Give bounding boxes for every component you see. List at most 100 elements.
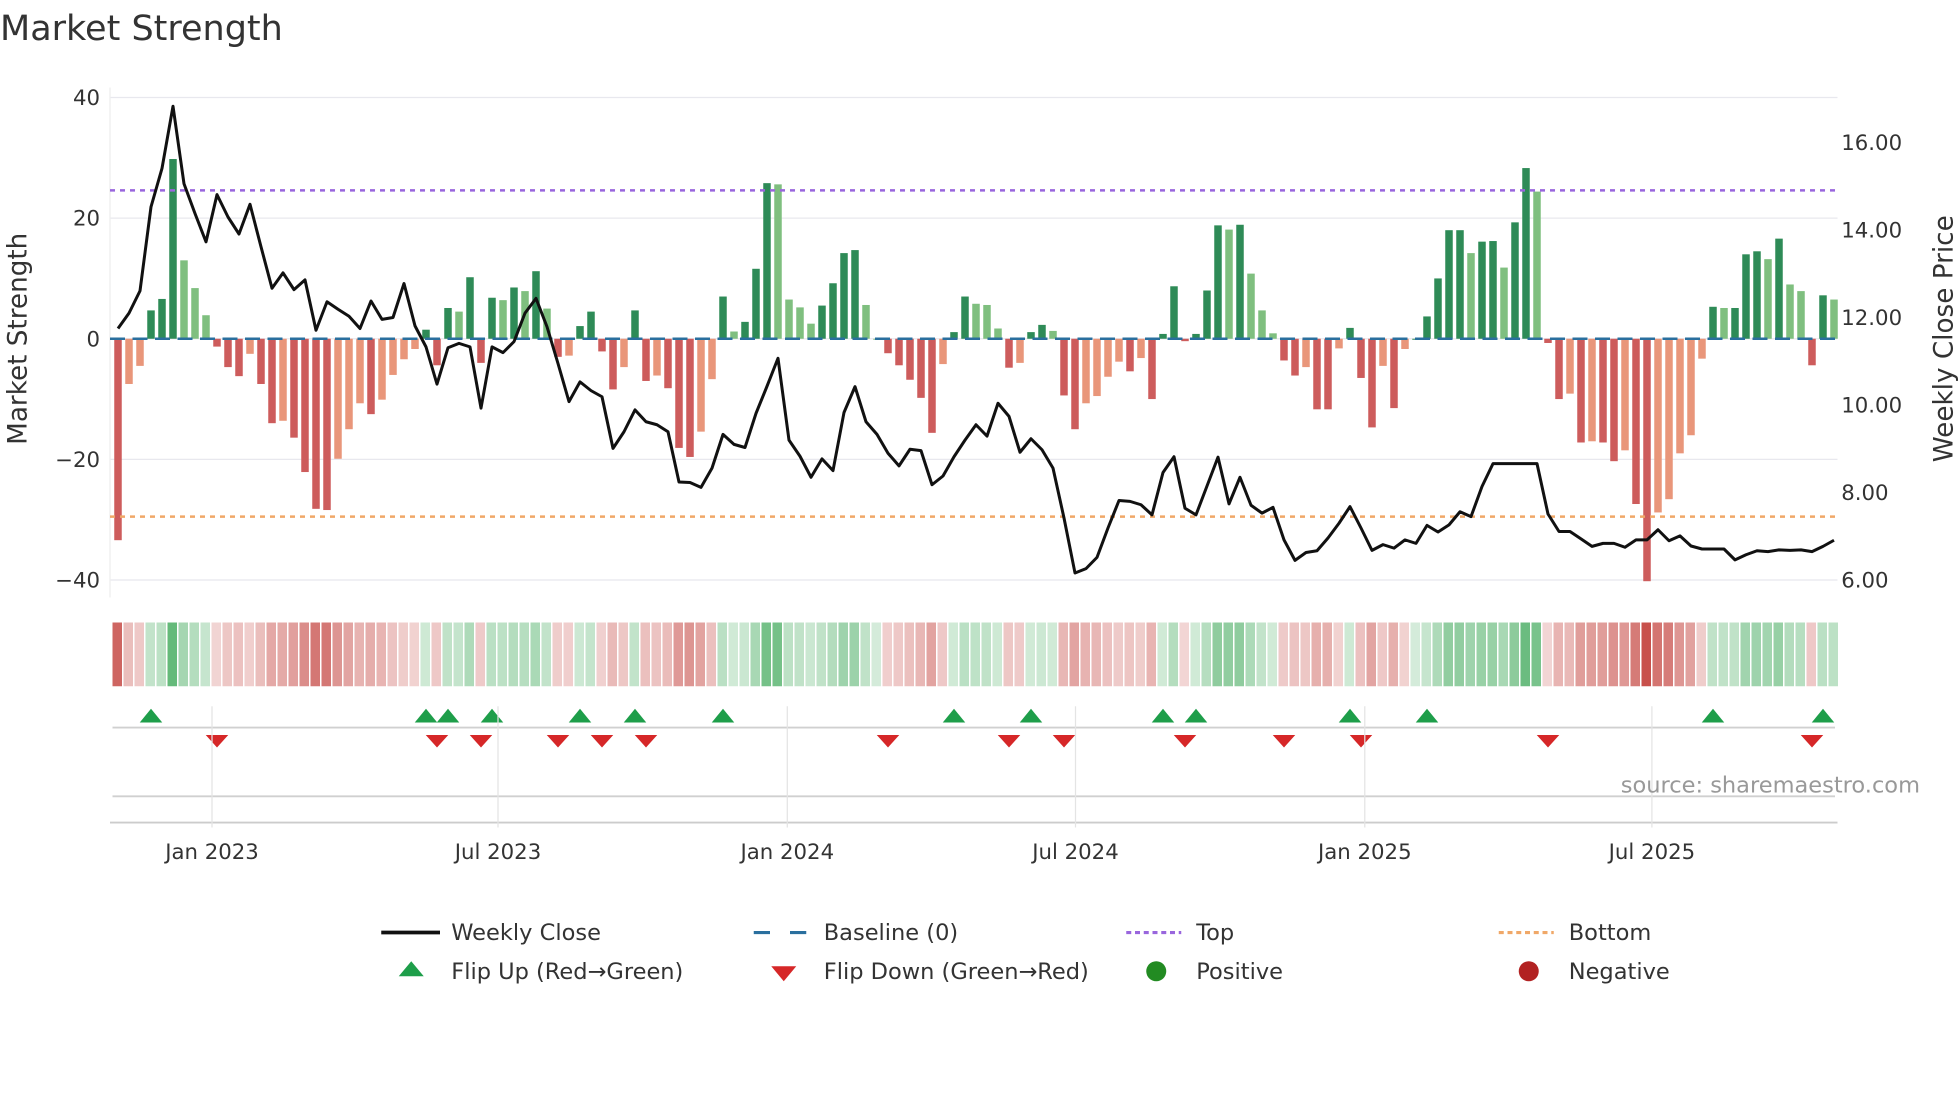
strength-bar	[466, 277, 474, 339]
flip-up-marker	[942, 708, 966, 723]
heatmap-cell	[442, 622, 452, 687]
strength-bar	[1335, 338, 1343, 349]
strength-bar	[697, 338, 705, 432]
heatmap-cell	[1410, 622, 1420, 687]
strength-bar	[1797, 291, 1805, 339]
heatmap-cell	[1641, 622, 1651, 687]
strength-bar	[1621, 338, 1629, 451]
strength-bar	[1423, 316, 1431, 339]
legend-label: Top	[1195, 920, 1234, 946]
heatmap-cell	[882, 622, 892, 687]
strength-bar	[1368, 338, 1376, 428]
strength-bar	[1731, 307, 1739, 339]
strength-bar	[1478, 241, 1486, 339]
heatmap-cell	[1102, 622, 1112, 687]
heatmap-cell	[1663, 622, 1673, 687]
heatmap-cell	[1256, 622, 1266, 687]
heatmap-cell	[1234, 622, 1244, 687]
strength-bar	[961, 296, 969, 339]
flip-down-marker	[1349, 735, 1373, 748]
y2-axis-label: Weekly Close Price	[1930, 215, 1960, 462]
heatmap-cell	[893, 622, 903, 687]
y-tick-label: −20	[55, 448, 100, 473]
strength-bar	[1808, 338, 1816, 366]
strength-bar	[983, 304, 991, 339]
heatmap-cell	[1476, 622, 1486, 687]
source-label: source: sharemaestro.com	[1621, 773, 1920, 799]
strength-bar	[191, 288, 199, 339]
heatmap-cell	[750, 622, 760, 687]
heatmap-cell	[651, 622, 661, 687]
heatmap-cell	[860, 622, 870, 687]
strength-bar	[334, 338, 342, 459]
strength-bar	[1093, 338, 1101, 397]
heatmap-cell	[574, 622, 584, 687]
strength-bar	[367, 338, 375, 415]
heatmap-cell	[1586, 622, 1596, 687]
strength-bar	[400, 338, 408, 360]
x-tick-label: Jul 2023	[453, 840, 541, 865]
flip-down-marker	[425, 735, 449, 748]
y2-tick-label: 8.00	[1841, 481, 1888, 506]
heatmap-cell	[332, 622, 342, 687]
strength-bar	[1225, 229, 1233, 339]
strength-bar	[851, 250, 859, 339]
flip-up-marker	[480, 708, 504, 723]
strength-bar	[587, 311, 595, 339]
heatmap-cell	[244, 622, 255, 687]
heatmap-cell	[343, 622, 353, 687]
heatmap-cell	[1388, 622, 1398, 687]
strength-bar	[642, 338, 650, 381]
strength-bar	[147, 310, 155, 339]
heatmap-cell	[1487, 622, 1497, 687]
flip-markers	[110, 708, 1838, 824]
heatmap-cell	[211, 622, 221, 687]
heatmap-cell	[1058, 622, 1068, 687]
heatmap-cell	[1751, 622, 1761, 687]
strength-bar	[1588, 338, 1596, 442]
heatmap-cell	[1773, 622, 1783, 687]
x-tick-label: Jan 2024	[739, 840, 835, 865]
strength-bar	[840, 253, 848, 339]
strength-bar	[1280, 338, 1288, 361]
x-tick-label: Jan 2023	[163, 840, 259, 865]
heatmap-cell	[1025, 622, 1035, 687]
strength-bar	[290, 338, 298, 438]
market-strength-chart: Market Strength 40 20 0 −20 −40 16.00 14.00 12…	[0, 9, 1960, 985]
strength-bar	[609, 338, 617, 390]
flip-down-marker	[590, 735, 614, 748]
strength-bar	[939, 338, 947, 365]
heatmap-cell	[1608, 622, 1618, 687]
strength-bar	[1104, 338, 1112, 377]
flip-down-legend-icon	[771, 966, 797, 982]
heatmap-cell	[277, 622, 287, 687]
heatmap-cell	[1300, 622, 1310, 687]
y2-tick-label: 16.00	[1841, 131, 1902, 156]
strength-bar	[1126, 338, 1134, 372]
heatmap-cell	[1520, 622, 1530, 687]
flip-up-marker	[1019, 708, 1043, 723]
heatmap-cell	[321, 622, 332, 687]
flip-down-marker	[469, 735, 493, 748]
strength-bar	[1247, 273, 1255, 339]
strength-bar	[158, 298, 166, 339]
strength-bar	[1038, 324, 1046, 339]
heatmap-cell	[871, 622, 881, 687]
flip-up-marker	[1151, 708, 1175, 723]
heatmap-cell	[1553, 622, 1563, 687]
heatmap-cell	[1113, 622, 1123, 687]
heatmap-cell	[816, 622, 826, 687]
strength-bar	[928, 338, 936, 433]
strength-bar	[1489, 241, 1497, 339]
strength-bar	[279, 338, 287, 421]
heatmap-cell	[1795, 622, 1805, 687]
heatmap-cell	[1179, 622, 1189, 687]
strength-bar	[499, 300, 507, 339]
strength-bar	[653, 338, 661, 376]
strength-bar	[312, 338, 320, 509]
heatmap-cell	[1278, 622, 1288, 687]
heatmap-cell	[266, 622, 276, 687]
strength-bar	[1379, 338, 1387, 366]
flip-down-marker	[546, 735, 570, 748]
heatmap-cell	[1784, 622, 1794, 687]
